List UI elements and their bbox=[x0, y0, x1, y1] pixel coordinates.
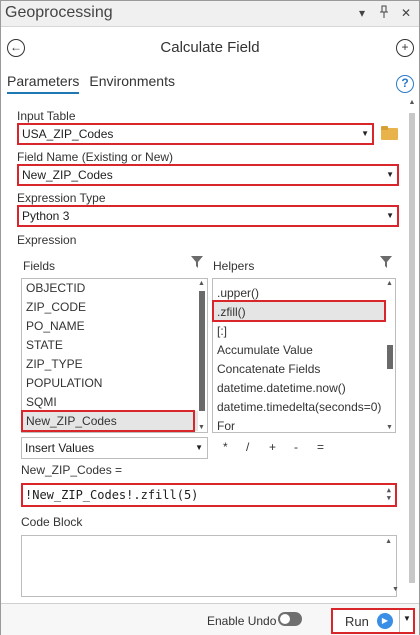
field-name-label: Field Name (Existing or New) bbox=[17, 150, 174, 164]
list-item[interactable]: SQMI bbox=[26, 395, 57, 409]
list-item[interactable]: STATE bbox=[26, 338, 63, 352]
input-table-label: Input Table bbox=[17, 109, 76, 123]
expression-type-value: Python 3 bbox=[22, 209, 70, 223]
divide-button[interactable]: / bbox=[246, 440, 249, 454]
tab-bar: Parameters Environments bbox=[7, 73, 175, 94]
insert-values-label: Insert Values bbox=[25, 441, 95, 455]
list-item[interactable]: Concatenate Fields bbox=[217, 362, 320, 376]
equals-button[interactable]: = bbox=[317, 440, 324, 454]
dropdown-icon[interactable]: ▾ bbox=[355, 5, 369, 21]
input-table-select[interactable]: USA_ZIP_Codes ▼ bbox=[17, 123, 374, 145]
list-item[interactable]: PO_NAME bbox=[26, 319, 85, 333]
run-button-group: Run ▶ ▼ bbox=[331, 608, 415, 634]
help-icon[interactable]: ? bbox=[396, 75, 414, 93]
expression-type-label: Expression Type bbox=[17, 191, 106, 205]
scroll-thumb[interactable] bbox=[409, 113, 415, 583]
code-block-label: Code Block bbox=[21, 515, 83, 529]
enable-undo-label: Enable Undo bbox=[207, 614, 277, 628]
browse-folder-icon[interactable] bbox=[381, 126, 399, 140]
list-item[interactable]: POPULATION bbox=[26, 376, 102, 390]
scroll-down-icon[interactable]: ▼ bbox=[198, 424, 205, 431]
code-block-spinner[interactable]: ▲ ▼ bbox=[385, 538, 399, 593]
close-icon[interactable]: ✕ bbox=[399, 5, 413, 21]
scroll-up-icon[interactable]: ▲ bbox=[386, 280, 393, 287]
scroll-thumb[interactable] bbox=[387, 345, 393, 369]
helper-selection-highlight bbox=[212, 300, 386, 322]
scroll-down-icon[interactable]: ▼ bbox=[386, 424, 393, 431]
tool-header: ← Calculate Field + bbox=[1, 31, 419, 65]
tool-title: Calculate Field bbox=[160, 39, 260, 56]
insert-values-select[interactable]: Insert Values ▼ bbox=[21, 437, 208, 459]
list-item[interactable]: datetime.timedelta(seconds=0) bbox=[217, 400, 381, 414]
list-item[interactable]: ZIP_CODE bbox=[26, 300, 86, 314]
multiply-button[interactable]: * bbox=[223, 440, 228, 454]
chevron-down-icon: ▼ bbox=[361, 129, 369, 138]
field-name-select[interactable]: New_ZIP_Codes ▼ bbox=[17, 164, 399, 186]
chevron-down-icon: ▼ bbox=[386, 211, 394, 220]
add-button[interactable]: + bbox=[396, 39, 414, 57]
field-selection-highlight bbox=[21, 410, 195, 432]
pin-icon[interactable] bbox=[377, 5, 391, 21]
geoprocessing-pane: Geoprocessing ▾ ✕ ← Calculate Field + Pa… bbox=[0, 0, 420, 635]
chevron-down-icon: ▼ bbox=[386, 170, 394, 179]
expression-value: !New_ZIP_Codes!.zfill(5) bbox=[25, 488, 199, 502]
footer: Enable Undo Run ▶ ▼ bbox=[1, 603, 419, 635]
list-item[interactable]: datetime.datetime.now() bbox=[217, 381, 346, 395]
expression-spinner[interactable]: ▲ ▼ bbox=[387, 486, 391, 502]
scroll-thumb[interactable] bbox=[199, 291, 205, 411]
list-item[interactable]: .upper() bbox=[217, 286, 259, 300]
helpers-label: Helpers bbox=[213, 259, 255, 273]
field-name-value: New_ZIP_Codes bbox=[22, 168, 113, 182]
expression-target-label: New_ZIP_Codes = bbox=[21, 463, 123, 477]
scroll-up-icon[interactable]: ▲ bbox=[198, 280, 205, 287]
input-table-value: USA_ZIP_Codes bbox=[22, 127, 114, 141]
fields-scrollbar[interactable]: ▲ ▼ bbox=[197, 279, 207, 432]
list-item[interactable]: Accumulate Value bbox=[217, 343, 313, 357]
titlebar: Geoprocessing ▾ ✕ bbox=[1, 1, 419, 27]
expression-label: Expression bbox=[17, 233, 77, 247]
pane-title: Geoprocessing bbox=[5, 4, 113, 21]
scroll-up-icon[interactable]: ▲ bbox=[407, 99, 417, 106]
run-button[interactable]: Run bbox=[345, 614, 369, 629]
list-item[interactable]: For bbox=[217, 419, 235, 432]
minus-button[interactable]: - bbox=[294, 440, 298, 454]
filter-icon[interactable] bbox=[190, 255, 204, 269]
tab-parameters[interactable]: Parameters bbox=[7, 73, 80, 94]
expression-input[interactable]: !New_ZIP_Codes!.zfill(5) ▲ ▼ bbox=[21, 483, 397, 507]
expression-type-select[interactable]: Python 3 ▼ bbox=[17, 205, 399, 227]
fields-label: Fields bbox=[23, 259, 56, 273]
list-item[interactable]: ZIP_TYPE bbox=[26, 357, 83, 371]
chevron-down-icon[interactable]: ▼ bbox=[403, 614, 411, 623]
plus-button[interactable]: + bbox=[269, 440, 276, 454]
filter-icon[interactable] bbox=[379, 255, 393, 269]
helpers-scrollbar[interactable]: ▲ ▼ bbox=[385, 279, 395, 432]
enable-undo-toggle[interactable] bbox=[278, 612, 302, 626]
pane-scrollbar[interactable]: ▲ bbox=[407, 99, 417, 594]
play-icon[interactable]: ▶ bbox=[377, 613, 393, 629]
list-item[interactable]: OBJECTID bbox=[26, 281, 85, 295]
chevron-down-icon: ▼ bbox=[195, 443, 203, 452]
list-item[interactable]: [:] bbox=[217, 324, 227, 338]
code-block-input[interactable]: ▲ ▼ bbox=[21, 535, 399, 597]
tab-environments[interactable]: Environments bbox=[89, 73, 175, 94]
